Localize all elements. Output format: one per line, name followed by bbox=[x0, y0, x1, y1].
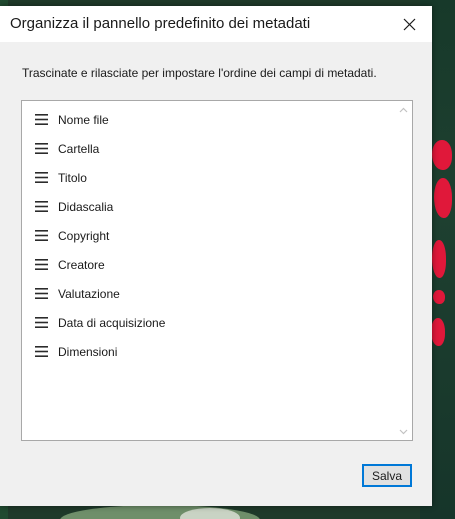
list-item[interactable]: Creatore bbox=[22, 250, 396, 279]
instruction-text: Trascinate e rilasciate per impostare l'… bbox=[22, 66, 377, 80]
scroll-down-arrow[interactable] bbox=[395, 423, 412, 440]
field-label: Copyright bbox=[58, 228, 110, 243]
list-item[interactable]: Didascalia bbox=[22, 192, 396, 221]
field-label: Didascalia bbox=[58, 199, 114, 214]
drag-handle-icon[interactable] bbox=[35, 317, 48, 328]
close-icon bbox=[403, 18, 415, 30]
field-label: Cartella bbox=[58, 141, 100, 156]
field-label: Valutazione bbox=[58, 286, 120, 301]
save-button[interactable]: Salva bbox=[362, 464, 412, 487]
list-item[interactable]: Data di acquisizione bbox=[22, 308, 396, 337]
chevron-down-icon bbox=[399, 429, 408, 434]
flower-petal bbox=[431, 318, 445, 346]
field-label: Creatore bbox=[58, 257, 105, 272]
list-item[interactable]: Cartella bbox=[22, 134, 396, 163]
drag-handle-icon[interactable] bbox=[35, 259, 48, 270]
flower-petal bbox=[432, 140, 452, 170]
drag-handle-icon[interactable] bbox=[35, 288, 48, 299]
list-item[interactable]: Valutazione bbox=[22, 279, 396, 308]
flower-petal bbox=[434, 178, 452, 218]
list-item[interactable]: Titolo bbox=[22, 163, 396, 192]
drag-handle-icon[interactable] bbox=[35, 143, 48, 154]
drag-handle-icon[interactable] bbox=[35, 172, 48, 183]
field-label: Dimensioni bbox=[58, 344, 118, 359]
close-button[interactable] bbox=[386, 6, 432, 42]
flower-petal bbox=[433, 290, 445, 304]
drag-handle-icon[interactable] bbox=[35, 201, 48, 212]
field-label: Data di acquisizione bbox=[58, 315, 166, 330]
dialog-titlebar: Organizza il pannello predefinito dei me… bbox=[0, 6, 432, 42]
field-list: Nome file Cartella Titolo Didascalia Copyrig… bbox=[22, 105, 396, 366]
chevron-up-icon bbox=[399, 107, 408, 112]
drag-handle-icon[interactable] bbox=[35, 230, 48, 241]
field-label: Nome file bbox=[58, 112, 109, 127]
list-item[interactable]: Copyright bbox=[22, 221, 396, 250]
scroll-up-arrow[interactable] bbox=[395, 101, 412, 118]
metadata-order-dialog: Organizza il pannello predefinito dei me… bbox=[0, 6, 432, 506]
field-label: Titolo bbox=[58, 170, 87, 185]
flower-petal bbox=[432, 240, 446, 278]
list-item[interactable]: Nome file bbox=[22, 105, 396, 134]
dialog-title: Organizza il pannello predefinito dei me… bbox=[10, 15, 311, 32]
drag-handle-icon[interactable] bbox=[35, 114, 48, 125]
list-item[interactable]: Dimensioni bbox=[22, 337, 396, 366]
vertical-scrollbar[interactable] bbox=[395, 101, 412, 440]
drag-handle-icon[interactable] bbox=[35, 346, 48, 357]
metadata-field-list[interactable]: Nome file Cartella Titolo Didascalia Copyrig… bbox=[21, 100, 413, 441]
